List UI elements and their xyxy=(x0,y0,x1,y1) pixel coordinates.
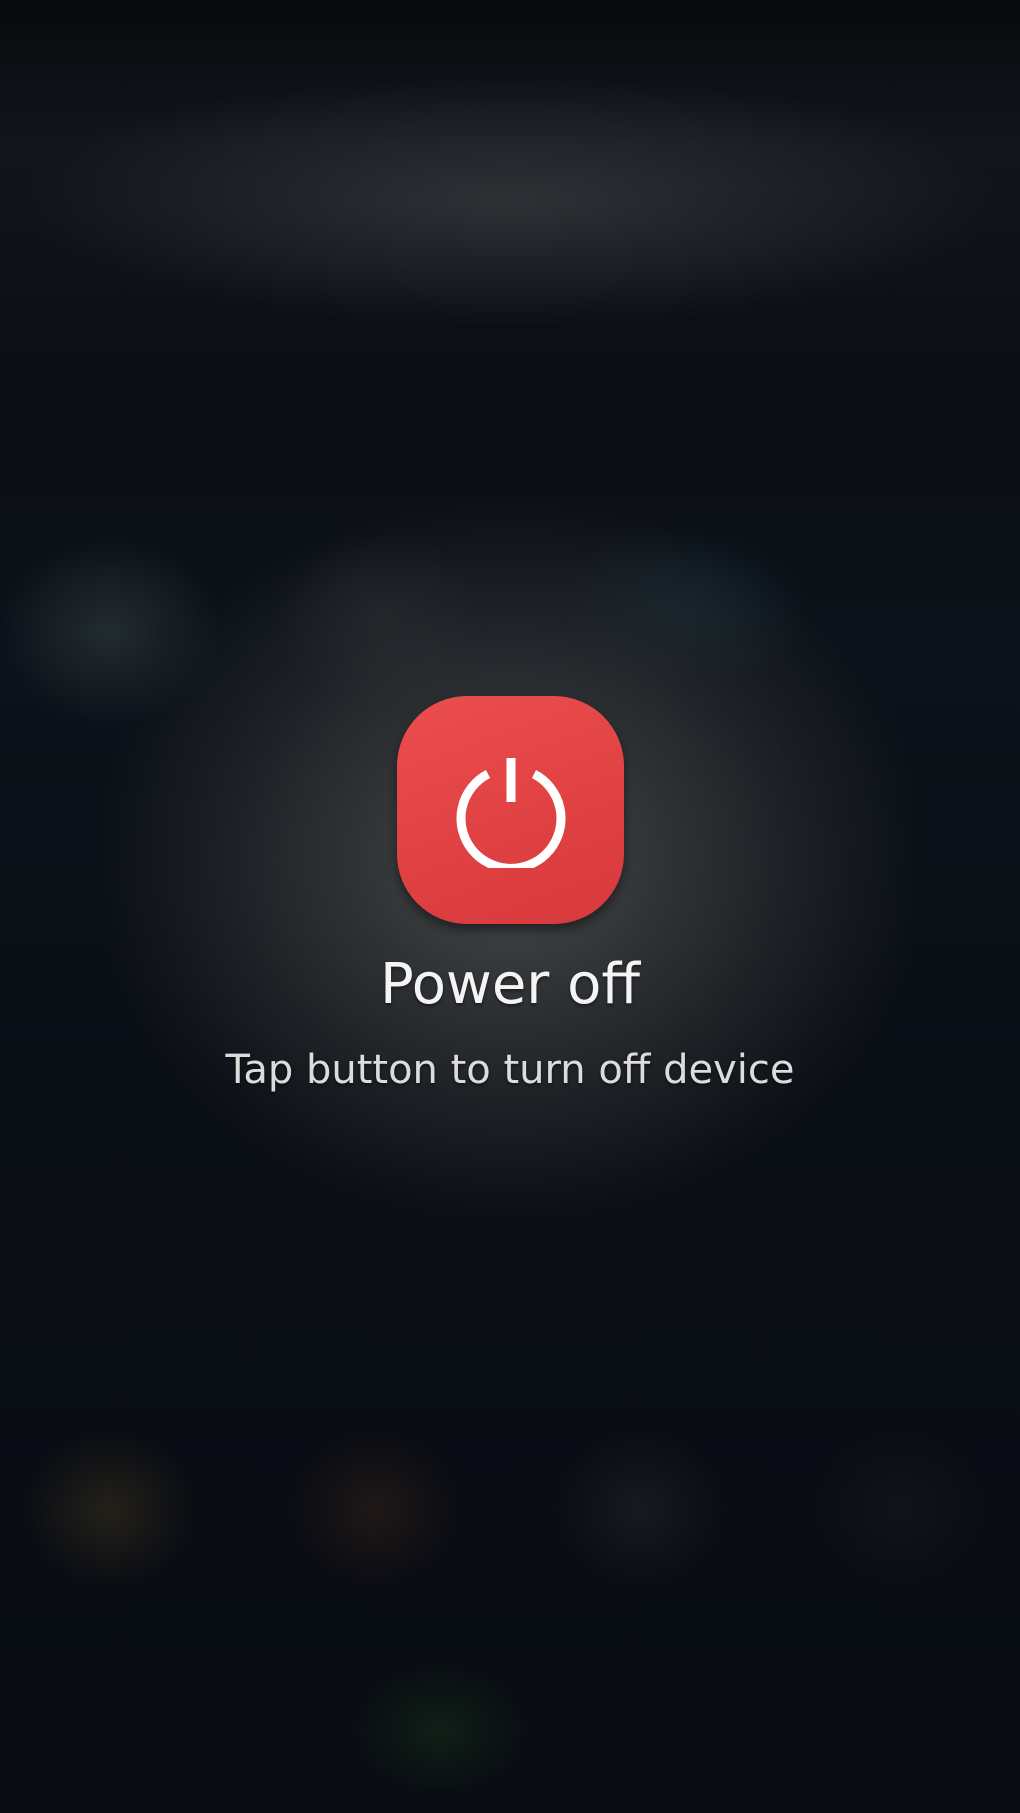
power-off-title: Power off xyxy=(380,952,640,1017)
power-off-button[interactable] xyxy=(397,696,624,924)
power-icon xyxy=(456,758,565,868)
power-off-instruction: Tap button to turn off device xyxy=(225,1047,795,1093)
power-off-screen: Power off Tap button to turn off device xyxy=(0,0,1020,1813)
